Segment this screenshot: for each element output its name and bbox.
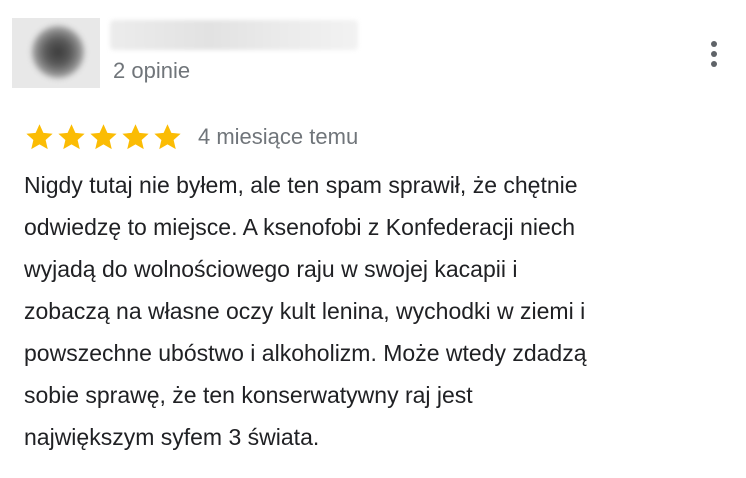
more-vert-icon	[711, 61, 717, 67]
review-text: Nigdy tutaj nie byłem, ale ten spam spra…	[24, 172, 587, 450]
more-vert-icon	[711, 51, 717, 57]
reviewer-review-count: 2 opinie	[113, 58, 191, 83]
reviewer-name-redacted[interactable]	[110, 20, 358, 50]
star-rating	[24, 120, 184, 154]
star-icon	[122, 124, 149, 150]
more-vert-icon	[711, 41, 717, 47]
review-time-ago: 4 miesiące temu	[198, 124, 359, 149]
avatar-image-blurred	[32, 26, 84, 78]
more-options-button[interactable]	[700, 38, 728, 70]
star-icon	[26, 124, 53, 150]
star-icon	[58, 124, 85, 150]
star-icon	[90, 124, 117, 150]
reviewer-avatar[interactable]	[12, 18, 100, 88]
rating-row: 4 miesiące temu	[24, 120, 358, 154]
star-icon	[154, 124, 181, 150]
review-card: 2 opinie 4 miesiące temu Nigdy tutaj nie…	[0, 0, 746, 478]
